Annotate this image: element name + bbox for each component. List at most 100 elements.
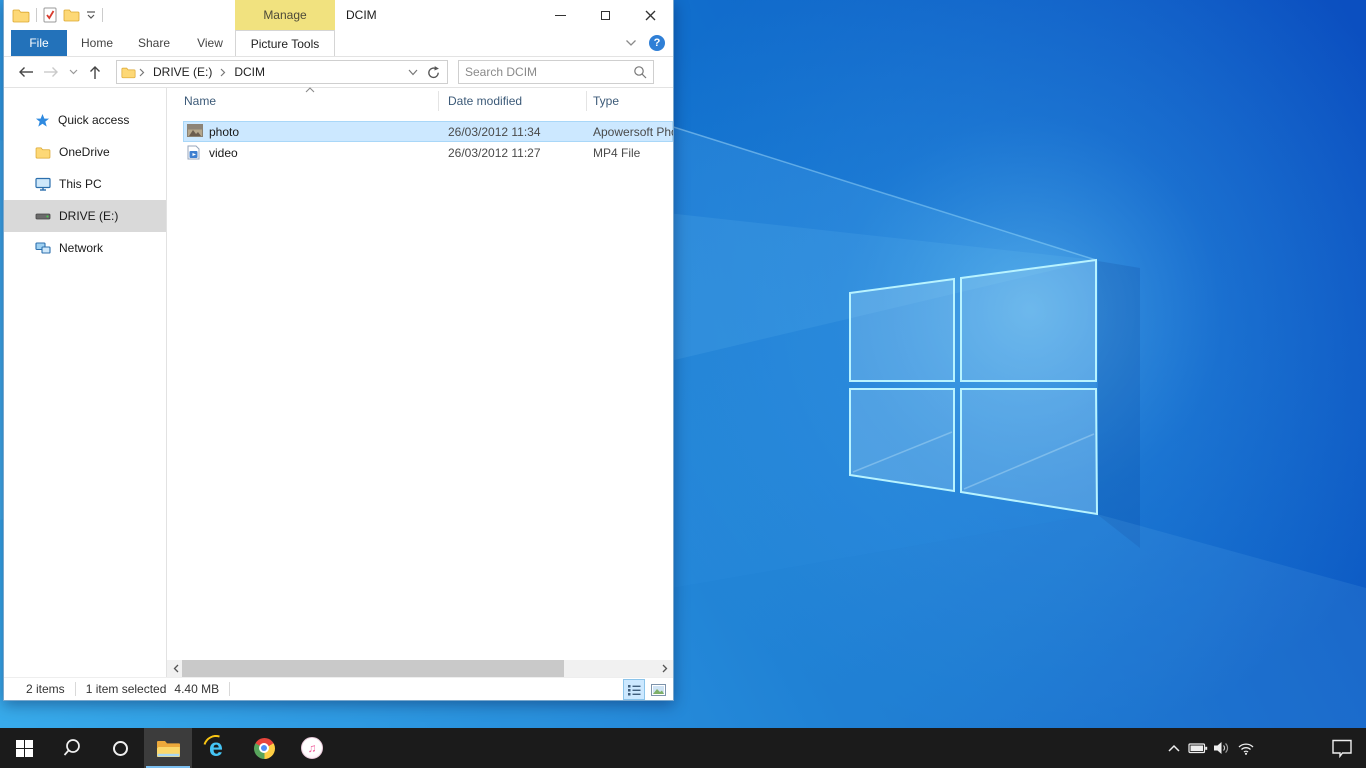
sidebar-item-label: Quick access — [58, 113, 129, 127]
address-bar-controls — [408, 65, 443, 80]
sidebar-item-network[interactable]: Network — [4, 232, 166, 264]
column-header-name[interactable]: Name — [184, 94, 216, 108]
refresh-icon[interactable] — [426, 65, 441, 80]
volume-icon — [1213, 740, 1231, 756]
file-explorer-icon — [156, 739, 181, 758]
forward-button[interactable] — [38, 60, 64, 84]
navigation-toolbar: DRIVE (E:) DCIM — [4, 57, 673, 88]
sidebar-item-quick-access[interactable]: Quick access — [4, 104, 166, 136]
file-explorer-app-icon — [12, 8, 30, 23]
recent-locations-button[interactable] — [64, 60, 82, 84]
selection-size: 4.40 MB — [174, 682, 219, 696]
desktop: Manage DCIM File Home Share View — [0, 0, 1366, 768]
status-separator — [75, 682, 76, 696]
tab-share[interactable]: Share — [130, 30, 178, 56]
file-row-video[interactable]: video 26/03/2012 11:27 MP4 File — [183, 142, 673, 163]
window-controls — [538, 0, 673, 30]
network-computers-icon — [35, 241, 51, 255]
title-bar[interactable]: Manage DCIM — [4, 0, 673, 30]
chevron-up-icon — [1167, 743, 1181, 753]
video-file-icon — [187, 145, 200, 160]
expand-ribbon-chevron-icon[interactable] — [625, 39, 637, 47]
breadcrumb-item-dcim[interactable]: DCIM — [229, 65, 270, 79]
file-row-photo[interactable]: photo 26/03/2012 11:34 Apowersoft Pho — [183, 121, 673, 142]
quick-access-star-icon — [35, 113, 50, 128]
action-center-icon — [1331, 738, 1353, 758]
quick-access-toolbar — [12, 0, 103, 30]
drive-icon — [35, 210, 51, 222]
chevron-down-icon — [69, 69, 78, 75]
itunes-button[interactable]: ♫ — [288, 728, 336, 768]
tab-home[interactable]: Home — [74, 30, 120, 56]
up-button[interactable] — [82, 60, 108, 84]
new-folder-button-icon[interactable] — [63, 8, 80, 22]
address-bar[interactable]: DRIVE (E:) DCIM — [116, 60, 448, 84]
file-list-pane: Name Date modified Type photo 26/ — [167, 88, 673, 677]
wifi-icon — [1237, 741, 1255, 755]
properties-button-icon[interactable] — [43, 7, 57, 23]
wifi-tray-button[interactable] — [1234, 728, 1258, 768]
scroll-right-arrow[interactable] — [656, 660, 673, 677]
sidebar-item-label: OneDrive — [59, 145, 110, 159]
breadcrumb-separator-icon — [220, 68, 226, 77]
search-icon[interactable] — [633, 65, 647, 79]
battery-tray-button[interactable] — [1186, 728, 1210, 768]
internet-explorer-button[interactable]: e — [192, 728, 240, 768]
windows-logo-pane-top-right — [961, 260, 1096, 381]
search-box[interactable] — [458, 60, 654, 84]
taskbar-file-explorer-button[interactable] — [144, 728, 192, 768]
search-input[interactable] — [465, 65, 633, 79]
start-button[interactable] — [0, 728, 48, 768]
forward-arrow-icon — [43, 66, 60, 78]
maximize-button[interactable] — [583, 0, 628, 30]
chrome-icon — [254, 738, 275, 759]
up-arrow-icon — [89, 65, 101, 80]
large-icons-view-icon — [651, 684, 666, 696]
large-icons-view-button[interactable] — [647, 679, 669, 700]
taskbar-search-button[interactable] — [48, 728, 96, 768]
tab-picture-tools[interactable]: Picture Tools — [235, 30, 335, 56]
internet-explorer-icon: e — [203, 735, 229, 761]
chrome-button[interactable] — [240, 728, 288, 768]
wallpaper-logo-shadow — [1098, 261, 1140, 548]
close-button[interactable] — [628, 0, 673, 30]
file-type: MP4 File — [593, 146, 640, 160]
address-folder-icon — [121, 66, 136, 79]
action-center-button[interactable] — [1318, 728, 1366, 768]
address-dropdown-chevron-icon[interactable] — [408, 69, 418, 76]
horizontal-scrollbar[interactable] — [167, 660, 673, 677]
back-arrow-icon — [17, 66, 34, 78]
sidebar-item-this-pc[interactable]: This PC — [4, 168, 166, 200]
column-header-date-modified[interactable]: Date modified — [448, 94, 522, 108]
onedrive-folder-icon — [35, 146, 51, 159]
navigation-pane: Quick access OneDrive This PC — [4, 88, 167, 677]
breadcrumb-item-drive[interactable]: DRIVE (E:) — [148, 65, 217, 79]
file-name: photo — [209, 125, 239, 139]
sidebar-item-onedrive[interactable]: OneDrive — [4, 136, 166, 168]
sidebar-item-drive-e[interactable]: DRIVE (E:) — [4, 200, 166, 232]
customize-quick-access-icon[interactable] — [86, 10, 96, 20]
minimize-button[interactable] — [538, 0, 583, 30]
scrollbar-thumb[interactable] — [182, 660, 564, 677]
tray-show-hidden-icons-button[interactable] — [1162, 728, 1186, 768]
tab-view[interactable]: View — [187, 30, 233, 56]
column-separator[interactable] — [438, 91, 439, 111]
cortana-button[interactable] — [96, 728, 144, 768]
tab-file[interactable]: File — [11, 30, 67, 56]
window-title: DCIM — [346, 0, 377, 30]
back-button[interactable] — [12, 60, 38, 84]
file-list-empty-area[interactable] — [167, 163, 673, 660]
column-headers: Name Date modified Type — [167, 88, 673, 114]
volume-tray-button[interactable] — [1210, 728, 1234, 768]
search-icon — [62, 738, 82, 758]
manage-label: Manage — [263, 8, 306, 22]
column-header-type[interactable]: Type — [593, 94, 619, 108]
details-view-button[interactable] — [623, 679, 645, 700]
help-button[interactable]: ? — [649, 35, 665, 51]
contextual-tab-group-manage[interactable]: Manage — [235, 0, 335, 30]
sidebar-item-label: DRIVE (E:) — [59, 209, 118, 223]
file-rows: photo 26/03/2012 11:34 Apowersoft Pho vi… — [167, 114, 673, 163]
column-separator[interactable] — [586, 91, 587, 111]
breadcrumb-separator-icon — [139, 68, 145, 77]
file-explorer-window: Manage DCIM File Home Share View — [3, 0, 674, 701]
